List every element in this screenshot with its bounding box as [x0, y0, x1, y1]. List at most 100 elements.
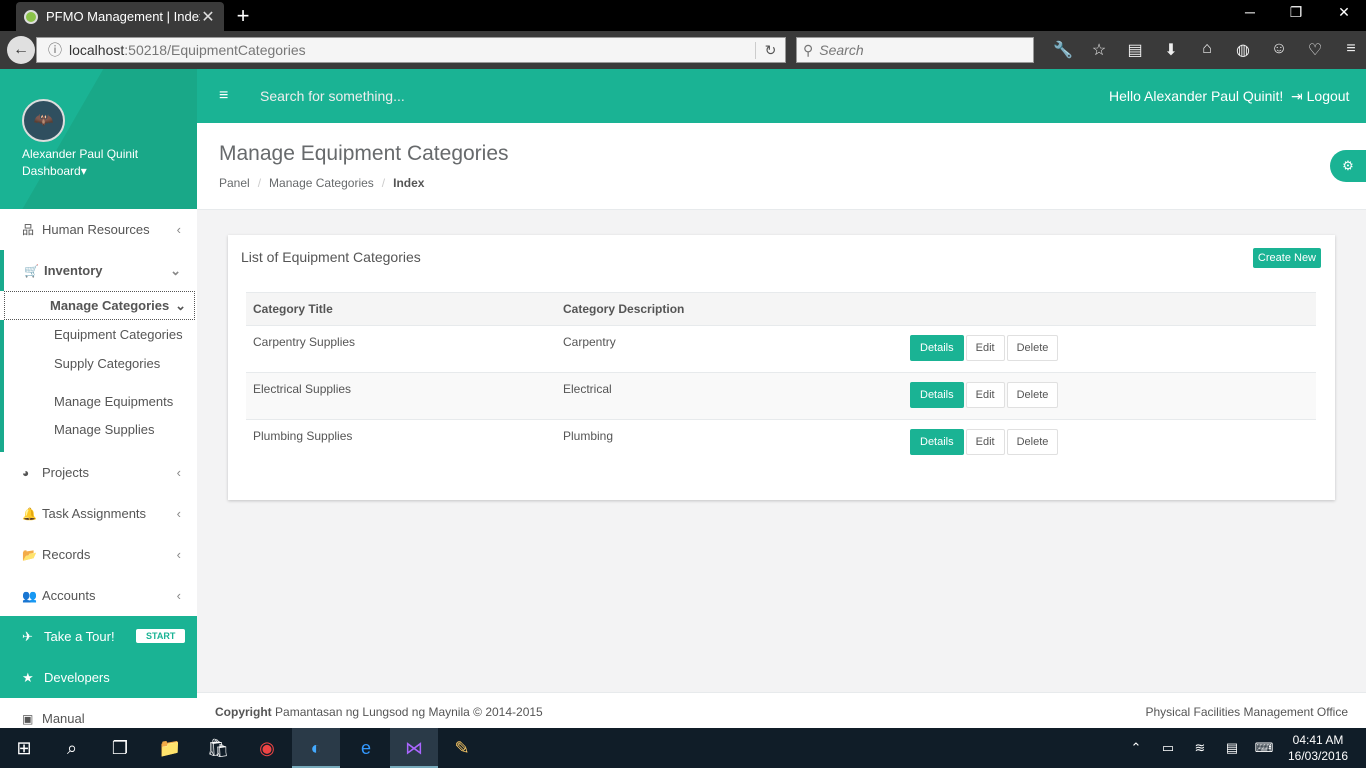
details-button[interactable]: Details — [910, 429, 964, 455]
globe-icon[interactable]: ◍ — [1225, 40, 1261, 60]
details-button[interactable]: Details — [910, 382, 964, 408]
delete-button[interactable]: Delete — [1006, 429, 1059, 455]
breadcrumb-panel[interactable]: Panel — [219, 176, 250, 190]
details-button[interactable]: Details — [910, 335, 964, 361]
cell-title: Electrical Supplies — [246, 372, 556, 420]
categories-panel: List of Equipment Categories Create New … — [228, 235, 1335, 500]
sidebar: 🦇 Alexander Paul Quinit Dashboard▾ 品 Hum… — [0, 69, 197, 728]
reload-icon[interactable]: ↻ — [755, 41, 785, 59]
settings-gear-icon[interactable]: ⚙ — [1330, 150, 1366, 182]
store-icon[interactable]: 🛍 — [194, 728, 242, 768]
cell-title: Plumbing Supplies — [253, 429, 353, 443]
delete-button[interactable]: Delete — [1006, 382, 1059, 408]
delete-button[interactable]: Delete — [1006, 335, 1059, 361]
chrome-icon[interactable]: ◉ — [243, 728, 291, 768]
toolbar-icons: 🔧 ☆ ▤ ⬇ ⌂ ◍ ☺ ♡ ≡ — [1045, 40, 1366, 60]
page-footer: Copyright Pamantasan ng Lungsod ng Mayni… — [197, 692, 1366, 728]
breadcrumb: Panel / Manage Categories / Index — [219, 176, 425, 190]
clock-time: 04:41 AM — [1292, 733, 1344, 747]
bookmark-star-icon[interactable]: ☆ — [1081, 40, 1117, 60]
smiley-icon[interactable]: ☺ — [1261, 40, 1297, 60]
edit-button[interactable]: Edit — [965, 335, 1005, 361]
taskbar-clock[interactable]: 04:41 AM 16/03/2016 — [1288, 732, 1348, 764]
minimize-button[interactable]: ─ — [1240, 4, 1260, 20]
windows-start-icon[interactable]: ⊞ — [0, 728, 48, 768]
maximize-button[interactable]: ❐ — [1286, 4, 1306, 21]
spacer — [0, 378, 197, 387]
sidebar-item-manual[interactable]: ▣ Manual — [0, 698, 197, 728]
sidebar-item-task-assignments[interactable]: 🔔 Task Assignments ‹ — [0, 493, 197, 534]
table-row: Carpentry Supplies Carpentry Details Edit… — [246, 325, 1316, 373]
sidebar-subitem-manage-categories[interactable]: Manage Categories ⌄ — [4, 291, 195, 320]
battery-icon[interactable]: ▭ — [1152, 740, 1184, 756]
plane-icon: ✈ — [22, 628, 33, 644]
chevron-left-icon: ‹ — [176, 222, 181, 237]
visual-studio-icon[interactable]: ⋈ — [390, 728, 438, 768]
clock-date: 16/03/2016 — [1288, 749, 1349, 763]
close-tab-icon[interactable]: ✕ — [200, 7, 216, 27]
sidebar-subitem-equipment-categories[interactable]: Equipment Categories — [0, 320, 197, 349]
keyboard-icon[interactable]: ⌨ — [1248, 740, 1280, 756]
logout-link[interactable]: ⇥ Logout — [1291, 88, 1349, 105]
table-row: Electrical Supplies Electrical Details Ed… — [246, 372, 1316, 420]
sidebar-item-records[interactable]: 📂 Records ‹ — [0, 534, 197, 575]
browser-tab-strip: PFMO Management | Index ✕ + ─ ❐ ✕ — [0, 0, 1366, 31]
office-name: Physical Facilities Management Office — [1145, 705, 1348, 719]
reading-list-icon[interactable]: ▤ — [1117, 40, 1153, 60]
sidebar-item-human-resources[interactable]: 品 Human Resources ‹ — [0, 209, 197, 250]
take-a-tour-button[interactable]: ✈ Take a Tour! START — [0, 616, 197, 657]
notification-icon[interactable]: ▤ — [1216, 740, 1248, 756]
sitemap-icon: 品 — [22, 223, 35, 237]
breadcrumb-manage-categories[interactable]: Manage Categories — [269, 176, 374, 190]
cell-description: Plumbing — [563, 429, 614, 443]
cell-title: Carpentry Supplies — [246, 325, 556, 373]
browser-search-input[interactable]: ⚲ Search — [796, 37, 1034, 63]
sidebar-item-inventory[interactable]: 🛒 Inventory ⌄ — [0, 250, 197, 291]
chevron-left-icon: ‹ — [176, 588, 181, 603]
pocket-icon[interactable]: ♡ — [1297, 40, 1333, 60]
address-bar[interactable]: ⓘ localhost:50218/EquipmentCategories ↻ — [36, 37, 786, 63]
profile-name: Alexander Paul Quinit — [22, 147, 139, 161]
file-explorer-icon[interactable]: 📁 — [146, 728, 194, 768]
home-icon[interactable]: ⌂ — [1189, 40, 1225, 60]
download-icon[interactable]: ⬇ — [1153, 40, 1189, 60]
dashboard-dropdown[interactable]: Dashboard▾ — [22, 164, 87, 178]
edit-button[interactable]: Edit — [965, 382, 1005, 408]
user-greeting: Hello Alexander Paul Quinit! — [1109, 88, 1284, 104]
close-window-button[interactable]: ✕ — [1334, 4, 1354, 21]
wifi-icon[interactable]: ≋ — [1184, 740, 1216, 756]
sidebar-item-accounts[interactable]: 👥 Accounts ‹ — [0, 575, 197, 616]
categories-table: Category Title Category Description Carp… — [246, 292, 1316, 467]
sidebar-subitem-manage-equipments[interactable]: Manage Equipments — [0, 387, 197, 416]
top-search-input[interactable]: Search for something... — [260, 88, 405, 104]
url-text: localhost:50218/EquipmentCategories — [69, 42, 306, 58]
browser-tab[interactable]: PFMO Management | Index ✕ — [16, 2, 224, 31]
cell-actions: Details Edit Delete — [903, 420, 1316, 467]
edge-icon[interactable]: e — [342, 728, 390, 768]
info-icon[interactable]: ⓘ — [41, 40, 69, 60]
search-icon[interactable]: ⌕ — [48, 728, 96, 768]
create-new-button[interactable]: Create New — [1252, 248, 1321, 268]
star-icon: ★ — [22, 669, 34, 685]
hamburger-menu-icon[interactable]: ≡ — [219, 87, 228, 105]
chevron-up-icon[interactable]: ⌃ — [1120, 740, 1152, 756]
edit-button[interactable]: Edit — [965, 429, 1005, 455]
search-placeholder: Search — [819, 42, 864, 58]
new-tab-button[interactable]: + — [233, 3, 253, 29]
chevron-left-icon: ‹ — [176, 465, 181, 480]
pie-chart-icon: ◕ — [22, 465, 30, 480]
sidebar-subitem-manage-supplies[interactable]: Manage Supplies — [0, 416, 197, 452]
profile-header: 🦇 Alexander Paul Quinit Dashboard▾ — [0, 69, 197, 209]
paint-icon[interactable]: ✎ — [438, 728, 486, 768]
developers-link[interactable]: ★ Developers — [0, 657, 197, 698]
column-header-actions — [903, 292, 1316, 326]
avatar[interactable]: 🦇 — [22, 99, 65, 142]
menu-icon[interactable]: ≡ — [1333, 40, 1366, 60]
back-button[interactable]: ← — [7, 36, 35, 64]
chevron-left-icon: ‹ — [176, 547, 181, 562]
task-view-icon[interactable]: ❐ — [96, 728, 144, 768]
sidebar-subitem-supply-categories[interactable]: Supply Categories — [0, 349, 197, 378]
wrench-icon[interactable]: 🔧 — [1045, 40, 1081, 60]
firefox-icon[interactable]: ◐ — [292, 728, 340, 768]
sidebar-item-projects[interactable]: ◕ Projects ‹ — [0, 452, 197, 493]
